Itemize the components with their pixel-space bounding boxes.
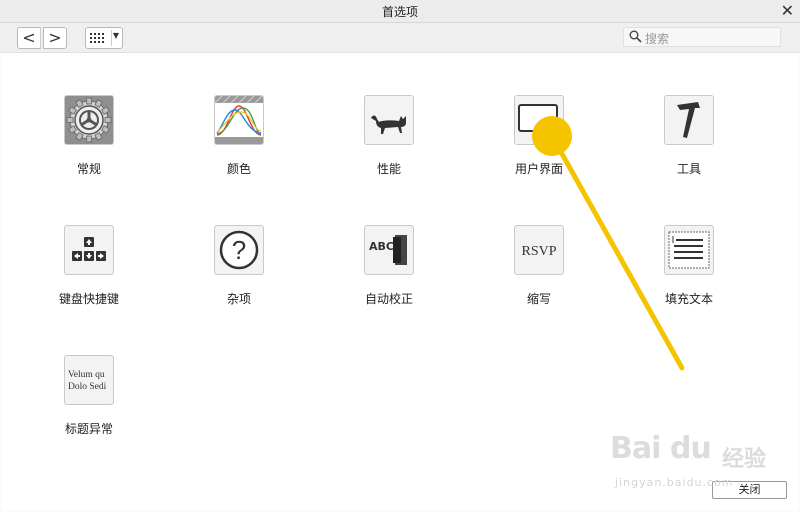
monitor-icon [514,95,564,145]
chevron-down-icon[interactable]: ▼ [113,31,119,40]
pref-user-interface[interactable]: 用户界面 [489,95,589,177]
forward-button[interactable]: > [43,27,67,49]
divider [111,30,112,46]
title-sample-line-1: Velum qu [68,370,105,380]
pref-general[interactable]: 常规 [39,95,139,177]
search-placeholder: 搜索 [645,32,670,46]
pref-colors[interactable]: 颜色 [189,95,289,177]
grid-icon [90,33,104,43]
pref-title-exceptions[interactable]: Velum qu Dolo Sedi 标题异常 [39,355,139,437]
pref-label: 杂项 [226,292,251,306]
pref-miscellaneous[interactable]: ? 杂项 [189,225,289,307]
pref-abbreviations[interactable]: RSVP 缩写 [489,225,589,307]
pref-label: 标题异常 [64,422,113,436]
pref-label: 键盘快捷键 [58,292,119,306]
pref-label: 填充文本 [664,292,713,306]
window-title: 首选项 [381,5,418,19]
abc-book-icon: ABC [364,225,414,275]
color-curves-icon [214,95,264,145]
pref-keyboard-shortcuts[interactable]: 键盘快捷键 [39,225,139,307]
watermark-url: jingyan.baidu.com [615,476,734,489]
pref-performance[interactable]: 性能 [339,95,439,177]
question-icon: ? [214,225,264,275]
pref-label: 常规 [76,162,101,176]
title-text-icon: Velum qu Dolo Sedi [64,355,114,405]
keyboard-arrows-icon [64,225,114,275]
pref-tools[interactable]: 工具 [639,95,739,177]
abc-text: ABC [369,240,394,253]
watermark-logo: Bai du [610,431,712,466]
view-all-button[interactable]: ▼ [85,27,123,49]
rsvp-icon: RSVP [514,225,564,275]
watermark-brand: 经验 [722,447,767,472]
pref-label: 工具 [676,162,701,176]
pref-label: 自动校正 [364,292,413,306]
gear-icon [64,95,114,145]
pref-autocorrect[interactable]: ABC 自动校正 [339,225,439,307]
hammer-icon [664,95,714,145]
pref-label: 颜色 [226,162,251,176]
cat-icon [364,95,414,145]
title-bar: 首选项 ✕ [0,0,800,23]
watermark: Bai du 经验 jingyan.baidu.com [610,423,795,493]
pref-label: 性能 [376,162,401,176]
rsvp-text: RSVP [521,244,556,259]
back-button[interactable]: < [17,27,41,49]
text-block-icon [664,225,714,275]
pref-label: 缩写 [526,292,551,306]
search-field[interactable]: 搜索 [623,27,781,47]
pref-label: 用户界面 [514,162,563,176]
search-icon [629,30,642,43]
title-sample-line-2: Dolo Sedi [68,382,107,392]
window-close-button[interactable]: ✕ [781,0,794,22]
toolbar: < > ▼ 搜索 [0,23,800,53]
pref-fill-text[interactable]: 填充文本 [639,225,739,307]
svg-text:?: ? [232,235,246,265]
